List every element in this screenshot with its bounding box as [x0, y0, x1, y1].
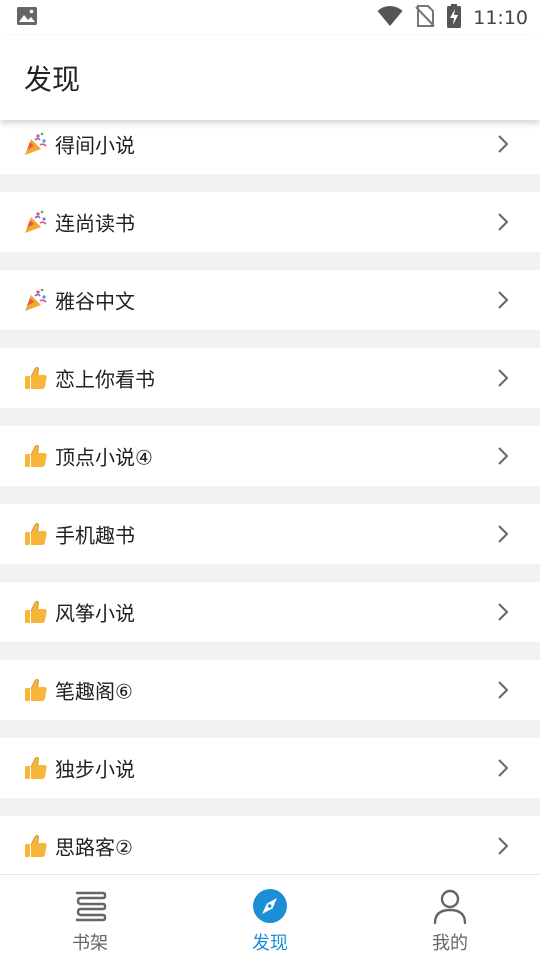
- nav-tab-bookshelf[interactable]: 书架: [0, 875, 180, 960]
- thumbs-up-icon: [23, 365, 49, 391]
- person-icon: [431, 887, 469, 925]
- list-item-label: 雅谷中文: [55, 289, 135, 314]
- chevron-right-icon: [496, 134, 510, 154]
- no-sim-icon: [415, 5, 435, 31]
- nav-tab-discover[interactable]: 发现: [180, 875, 360, 960]
- chevron-right-icon: [496, 836, 510, 856]
- bottom-navigation: 书架 发现 我的: [0, 874, 540, 960]
- list-item-label: 恋上你看书: [55, 367, 155, 392]
- list-item[interactable]: 雅谷中文: [0, 270, 540, 330]
- party-popper-icon: [23, 131, 49, 157]
- chevron-right-icon: [496, 290, 510, 310]
- list-item[interactable]: 风筝小说: [0, 582, 540, 642]
- bookshelf-icon: [71, 887, 109, 925]
- thumbs-up-icon: [23, 755, 49, 781]
- image-icon: [16, 6, 38, 30]
- chevron-right-icon: [496, 680, 510, 700]
- nav-tab-mine[interactable]: 我的: [360, 875, 540, 960]
- list-item[interactable]: 恋上你看书: [0, 348, 540, 408]
- list-item[interactable]: 思路客②: [0, 816, 540, 874]
- thumbs-up-icon: [23, 443, 49, 469]
- list-item-label: 笔趣阁⑥: [55, 679, 133, 704]
- thumbs-up-icon: [23, 521, 49, 547]
- wifi-icon: [377, 5, 403, 31]
- status-time: 11:10: [473, 7, 528, 29]
- status-bar: 11:10: [0, 0, 540, 36]
- battery-charging-icon: [447, 4, 462, 32]
- list-item[interactable]: 笔趣阁⑥: [0, 660, 540, 720]
- list-item[interactable]: 连尚读书: [0, 192, 540, 252]
- chevron-right-icon: [496, 446, 510, 466]
- list-item[interactable]: 得间小说: [0, 114, 540, 174]
- list-item-label: 思路客②: [55, 835, 133, 860]
- nav-label: 发现: [252, 933, 288, 954]
- chevron-right-icon: [496, 212, 510, 232]
- app-bar: 发现: [0, 36, 540, 120]
- status-icons: 11:10: [377, 4, 528, 32]
- list-item-label: 连尚读书: [55, 211, 135, 236]
- thumbs-up-icon: [23, 833, 49, 859]
- list-item-label: 独步小说: [55, 757, 135, 782]
- nav-label: 我的: [432, 933, 468, 954]
- list-item-label: 得间小说: [55, 133, 135, 158]
- chevron-right-icon: [496, 524, 510, 544]
- discover-list: 得间小说 连尚读书 雅谷中文 恋上你看书 顶点小说④ 手机趣书 风筝小说 笔趣阁…: [0, 110, 540, 874]
- thumbs-up-icon: [23, 599, 49, 625]
- list-item[interactable]: 独步小说: [0, 738, 540, 798]
- list-item-label: 顶点小说④: [55, 445, 153, 470]
- compass-icon: [251, 887, 289, 925]
- party-popper-icon: [23, 209, 49, 235]
- chevron-right-icon: [496, 368, 510, 388]
- nav-label: 书架: [72, 933, 108, 954]
- list-item-label: 手机趣书: [55, 523, 135, 548]
- thumbs-up-icon: [23, 677, 49, 703]
- list-item[interactable]: 手机趣书: [0, 504, 540, 564]
- list-item-label: 风筝小说: [55, 601, 135, 626]
- chevron-right-icon: [496, 602, 510, 622]
- list-item[interactable]: 顶点小说④: [0, 426, 540, 486]
- page-title: 发现: [24, 63, 81, 96]
- chevron-right-icon: [496, 758, 510, 778]
- party-popper-icon: [23, 287, 49, 313]
